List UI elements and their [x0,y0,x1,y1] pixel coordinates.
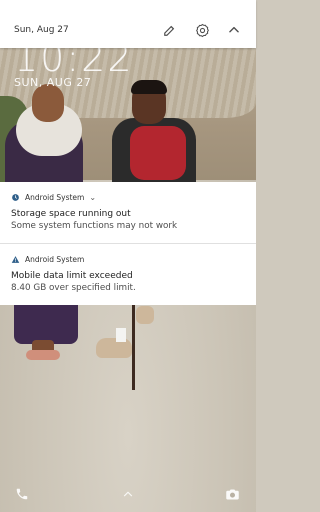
wallpaper-sock [116,328,126,342]
camera-icon[interactable] [224,486,240,502]
notification-title: Mobile data limit exceeded [11,271,133,281]
quick-settings-header: Sun, Aug 27 [0,0,256,48]
wallpaper-shoe-right [136,306,154,324]
wallpaper-person-left-head [32,84,64,122]
chevron-up-icon[interactable] [120,486,136,502]
warning-icon [11,255,20,264]
wallpaper-shoe [96,338,132,358]
notification-app-row: Android System ⌄ [11,193,96,202]
notification-app-row: Android System [11,255,84,264]
pencil-icon[interactable] [162,22,178,38]
gear-icon[interactable] [194,22,210,38]
notification-title: Storage space running out [11,209,131,219]
chevron-up-icon[interactable] [226,22,242,38]
wallpaper-stick [132,304,135,390]
wallpaper-sandals [26,350,60,360]
lockscreen-date: SUN, AUG 27 [14,76,92,89]
chevron-down-icon[interactable]: ⌄ [89,193,96,202]
notification-storage[interactable]: Android System ⌄ Storage space running o… [0,182,256,243]
notification-body: 8.40 GB over specified limit. [11,283,136,293]
wallpaper-person-right-hair [131,80,167,94]
notification-body: Some system functions may not work [11,221,178,231]
notification-app-name: Android System [25,193,85,202]
phone-icon[interactable] [14,486,30,502]
storage-icon [11,193,20,202]
notification-data-limit[interactable]: Android System Mobile data limit exceede… [0,244,256,305]
quick-settings-date: Sun, Aug 27 [14,25,69,35]
wallpaper-skirt [14,304,78,344]
wallpaper-person-right-cloak [130,126,186,180]
notification-app-name: Android System [25,255,85,264]
